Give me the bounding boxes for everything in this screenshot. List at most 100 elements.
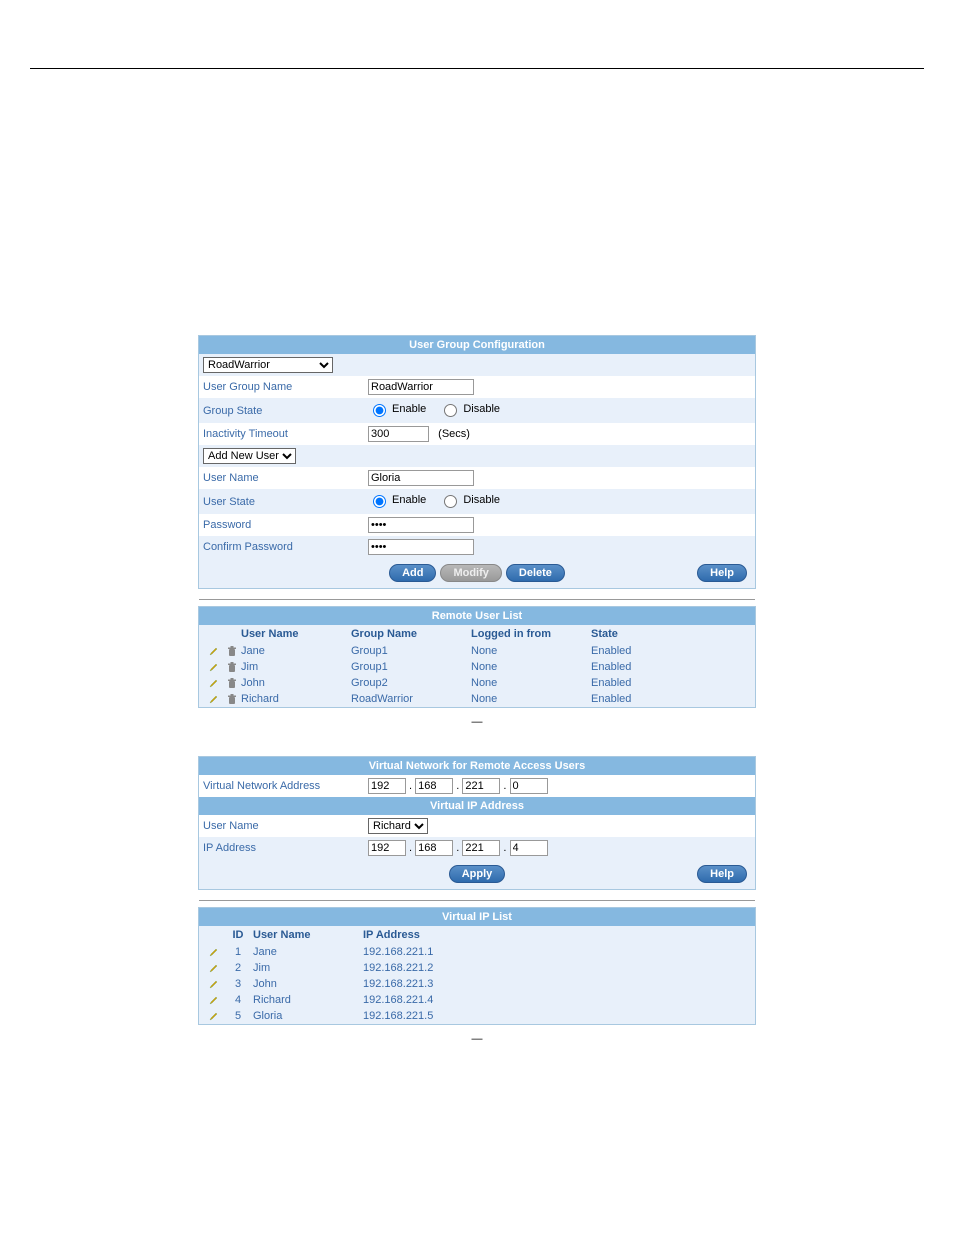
cell-user: Gloria: [253, 1010, 363, 1022]
top-divider: [30, 68, 924, 69]
modify-button[interactable]: Modify: [440, 564, 501, 582]
cell-group: Group1: [351, 661, 471, 673]
group-state-enable-radio[interactable]: [373, 404, 386, 417]
password-label: Password: [203, 519, 368, 531]
user-state-label: User State: [203, 496, 368, 508]
user-state-enable-radio[interactable]: [373, 495, 386, 508]
ip-oct3: [462, 840, 500, 856]
cell-user: Richard: [253, 994, 363, 1006]
edit-icon[interactable]: [205, 962, 223, 974]
cell-logged: None: [471, 661, 591, 673]
group-name-input[interactable]: [368, 379, 474, 395]
ip-label: IP Address: [203, 842, 368, 854]
cell-id: 3: [223, 978, 253, 990]
password-input[interactable]: [368, 517, 474, 533]
apply-button[interactable]: Apply: [449, 865, 506, 883]
edit-icon[interactable]: [205, 693, 223, 705]
edit-icon[interactable]: [205, 946, 223, 958]
edit-icon[interactable]: [205, 1010, 223, 1022]
intro-spacer: [30, 89, 924, 329]
cell-ip: 192.168.221.3: [363, 978, 503, 990]
vna-label: Virtual Network Address: [203, 780, 368, 792]
col-user-2: User Name: [253, 929, 363, 941]
cell-user: Jane: [253, 946, 363, 958]
user-name-label: User Name: [203, 472, 368, 484]
cell-state: Enabled: [591, 693, 671, 705]
delete-icon[interactable]: [223, 677, 241, 689]
list-title: Remote User List: [199, 607, 755, 625]
help-button[interactable]: Help: [697, 564, 747, 582]
edit-icon[interactable]: [205, 978, 223, 990]
add-user-select[interactable]: Add New User: [203, 448, 296, 464]
table-row: 1Jane192.168.221.1: [199, 944, 755, 960]
virtual-ip-list: Virtual IP List ID User Name IP Address …: [198, 907, 756, 1025]
inactivity-unit: (Secs): [438, 428, 470, 440]
add-button[interactable]: Add: [389, 564, 436, 582]
col-user: User Name: [241, 628, 351, 640]
ip-oct4[interactable]: [510, 840, 548, 856]
table-row: 5Gloria192.168.221.5: [199, 1008, 755, 1024]
delete-icon[interactable]: [223, 645, 241, 657]
cell-logged: None: [471, 677, 591, 689]
cell-user: Jim: [253, 962, 363, 974]
cell-ip: 192.168.221.5: [363, 1010, 503, 1022]
cell-group: Group1: [351, 645, 471, 657]
vna-oct1[interactable]: [368, 778, 406, 794]
vna-oct2[interactable]: [415, 778, 453, 794]
confirm-password-label: Confirm Password: [203, 541, 368, 553]
figure-caption-2: —: [30, 1033, 924, 1045]
edit-icon[interactable]: [205, 661, 223, 673]
vn-user-label: User Name: [203, 820, 368, 832]
edit-icon[interactable]: [205, 677, 223, 689]
vn-user-select[interactable]: Richard: [368, 818, 428, 834]
panel-title: User Group Configuration: [199, 336, 755, 354]
inactivity-input[interactable]: [368, 426, 429, 442]
vna-oct4[interactable]: [510, 778, 548, 794]
panel-subtitle: Virtual IP Address: [199, 797, 755, 815]
table-row: JimGroup1NoneEnabled: [199, 659, 755, 675]
cell-logged: None: [471, 645, 591, 657]
delete-icon[interactable]: [223, 693, 241, 705]
col-logged: Logged in from: [471, 628, 591, 640]
delete-icon[interactable]: [223, 661, 241, 673]
edit-icon[interactable]: [205, 645, 223, 657]
table-row: JohnGroup2NoneEnabled: [199, 675, 755, 691]
group-state-label: Group State: [203, 405, 368, 417]
cell-group: Group2: [351, 677, 471, 689]
table-row: 4Richard192.168.221.4: [199, 992, 755, 1008]
cell-user: John: [253, 978, 363, 990]
cell-ip: 192.168.221.4: [363, 994, 503, 1006]
cell-state: Enabled: [591, 677, 671, 689]
col-ip: IP Address: [363, 929, 503, 941]
group-select[interactable]: RoadWarrior: [203, 357, 333, 373]
delete-button[interactable]: Delete: [506, 564, 565, 582]
cell-user: Jim: [241, 661, 351, 673]
cell-state: Enabled: [591, 661, 671, 673]
user-name-input[interactable]: [368, 470, 474, 486]
enable-label-2: Enable: [392, 494, 426, 506]
cell-group: RoadWarrior: [351, 693, 471, 705]
edit-icon[interactable]: [205, 994, 223, 1006]
user-state-disable-radio[interactable]: [444, 495, 457, 508]
list-title-2: Virtual IP List: [199, 908, 755, 926]
cell-ip: 192.168.221.1: [363, 946, 503, 958]
panel-title-2: Virtual Network for Remote Access Users: [199, 757, 755, 775]
col-state: State: [591, 628, 671, 640]
cell-user: John: [241, 677, 351, 689]
cell-id: 1: [223, 946, 253, 958]
help-button-2[interactable]: Help: [697, 865, 747, 883]
disable-label: Disable: [463, 403, 500, 415]
remote-user-list: Remote User List User Name Group Name Lo…: [198, 606, 756, 708]
table-row: 2Jim192.168.221.2: [199, 960, 755, 976]
ip-oct1: [368, 840, 406, 856]
table-row: 3John192.168.221.3: [199, 976, 755, 992]
ip-oct2: [415, 840, 453, 856]
virtual-network-panel: Virtual Network for Remote Access Users …: [198, 756, 756, 890]
group-state-disable-radio[interactable]: [444, 404, 457, 417]
cell-id: 2: [223, 962, 253, 974]
table-row: RichardRoadWarriorNoneEnabled: [199, 691, 755, 707]
confirm-password-input[interactable]: [368, 539, 474, 555]
vna-oct3[interactable]: [462, 778, 500, 794]
figure-caption-1: —: [30, 716, 924, 728]
cell-user: Richard: [241, 693, 351, 705]
